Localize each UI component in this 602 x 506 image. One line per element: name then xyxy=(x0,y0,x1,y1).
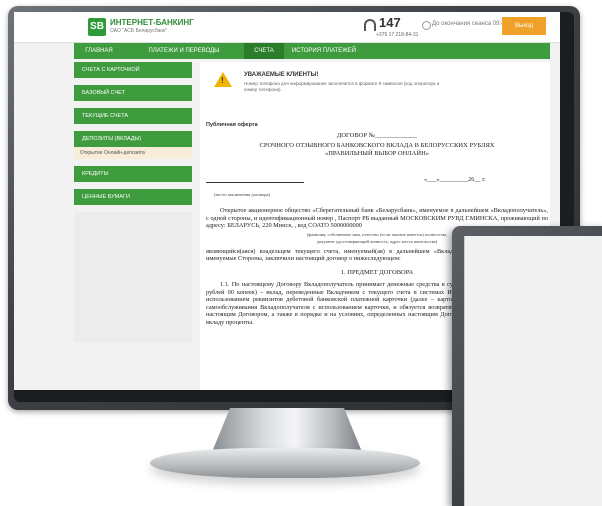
contract-heading-1: СРОЧНОГО ОТЗЫВНОГО БАНКОВСКОГО ВКЛАДА В … xyxy=(259,142,495,149)
date-row: «___»_________26__ г. xyxy=(206,176,548,192)
sidebar-item-basic-account[interactable]: БАЗОВЫЙ СЧЕТ xyxy=(74,85,192,101)
sidebar-item-deposits[interactable]: ДЕПОЗИТЫ (ВКЛАДЫ) xyxy=(74,131,192,147)
bank-logo-icon: SB xyxy=(88,18,106,36)
sidebar-item-card-accounts[interactable]: СЧЕТА С КАРТОЧКОЙ xyxy=(74,62,192,78)
sidebar-item-current-accounts[interactable]: ТЕКУЩИЕ СЧЕТА xyxy=(74,108,192,124)
monitor-stand-neck xyxy=(212,408,362,452)
phone-number: 147 xyxy=(379,15,401,30)
monitor-stand-base xyxy=(150,448,420,478)
notice-text: Номер телефона для информирования заполн… xyxy=(244,81,440,92)
phone-subtext: +375 17 218-84-31 xyxy=(376,32,419,38)
document-label: Публичная оферта xyxy=(206,122,258,128)
brand-title: ИНТЕРНЕТ-БАНКИНГ xyxy=(110,18,194,27)
exit-button[interactable]: Выход xyxy=(502,17,546,35)
second-monitor-screen xyxy=(464,236,602,506)
sidebar-item-credits[interactable]: КРЕДИТЫ xyxy=(74,166,192,182)
contract-number: ДОГОВОР №_____________ xyxy=(336,132,418,139)
second-monitor xyxy=(452,226,602,506)
warning-mark-icon: ! xyxy=(221,76,224,85)
session-timer: До окончания сеанса 09:48 xyxy=(432,21,508,27)
notice-box: ! УВАЖАЕМЫЕ КЛИЕНТЫ! Номер телефона для … xyxy=(208,68,538,104)
main-nav: ГЛАВНАЯ ПЛАТЕЖИ И ПЕРЕВОДЫ СЧЕТА ИСТОРИЯ… xyxy=(74,43,550,59)
brand-subtitle: ОАО "АСБ Беларусбанк" xyxy=(110,28,168,34)
date-line: «___»_________26__ г. xyxy=(424,176,486,183)
headset-icon xyxy=(364,19,376,31)
sidebar-filler xyxy=(74,212,192,342)
header: SB ИНТЕРНЕТ-БАНКИНГ ОАО "АСБ Беларусбанк… xyxy=(14,12,560,43)
nav-item-home[interactable]: ГЛАВНАЯ xyxy=(74,43,124,59)
nav-item-accounts[interactable]: СЧЕТА xyxy=(244,43,284,59)
sidebar: СЧЕТА С КАРТОЧКОЙ БАЗОВЫЙ СЧЕТ ТЕКУЩИЕ С… xyxy=(74,62,192,342)
place-line xyxy=(206,182,304,183)
nav-item-history[interactable]: ИСТОРИЯ ПЛАТЕЖЕЙ xyxy=(284,43,364,59)
notice-title: УВАЖАЕМЫЕ КЛИЕНТЫ! xyxy=(244,72,319,78)
sidebar-item-securities[interactable]: ЦЕННЫЕ БУМАГИ xyxy=(74,189,192,205)
contract-heading-2: «ПРАВИЛЬНЫЙ ВЫБОР ОНЛАЙН» xyxy=(324,150,430,157)
place-caption: (место заключения договора) xyxy=(214,192,271,197)
clock-icon xyxy=(422,21,431,30)
sidebar-subitem-online-deposit[interactable]: Открытие Онлайн-депозита xyxy=(74,147,192,159)
nav-item-payments[interactable]: ПЛАТЕЖИ И ПЕРЕВОДЫ xyxy=(124,43,244,59)
